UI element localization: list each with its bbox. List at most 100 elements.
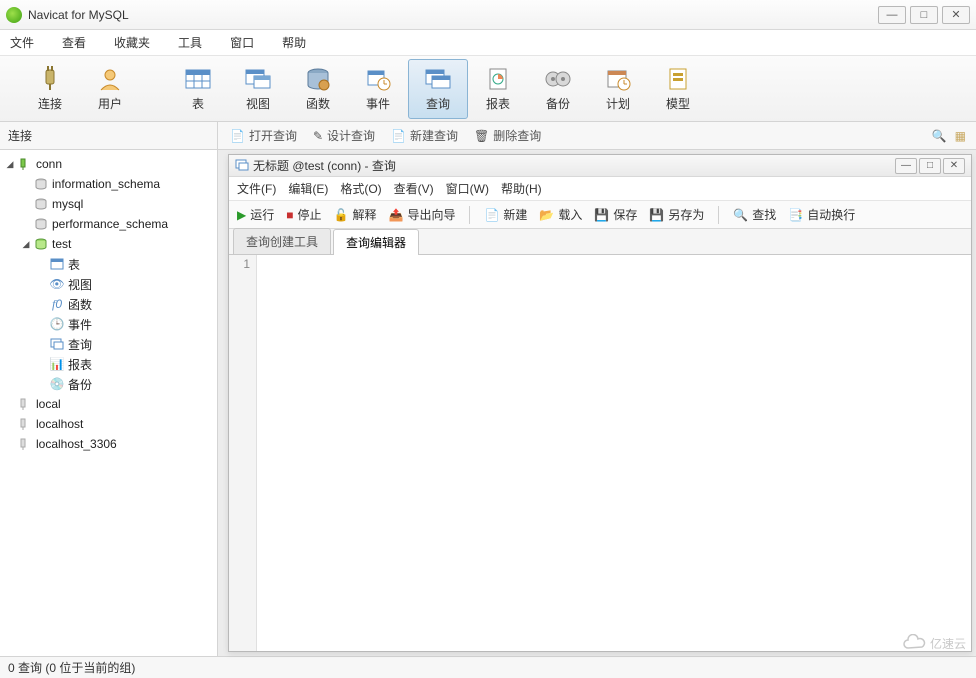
separator: [469, 206, 470, 224]
design-query-button[interactable]: ✎设计查询: [313, 127, 375, 144]
connection-off-icon: [16, 397, 34, 411]
toolbar-query-label: 查询: [426, 95, 450, 112]
tree-local[interactable]: local: [0, 394, 217, 414]
export-icon: 📤: [388, 208, 403, 222]
saveas-icon: 💾: [649, 208, 664, 222]
toolbar-report-label: 报表: [486, 95, 510, 112]
stop-button[interactable]: ■停止: [284, 206, 323, 223]
toolbar-user[interactable]: 用户: [80, 59, 140, 119]
tree-conn[interactable]: ◢ conn: [0, 154, 217, 174]
saveas-label: 另存为: [668, 206, 704, 223]
delete-query-button[interactable]: 🗑删除查询: [474, 127, 541, 144]
toolbar-event[interactable]: 事件: [348, 59, 408, 119]
qmenu-edit[interactable]: 编辑(E): [288, 180, 328, 197]
status-text: 0 查询 (0 位于当前的组): [8, 659, 135, 676]
line-number: 1: [243, 257, 250, 271]
open-query-button[interactable]: 📄打开查询: [230, 127, 297, 144]
new-button[interactable]: 📄新建: [482, 206, 529, 223]
tree-test-queries[interactable]: 查询: [0, 334, 217, 354]
find-button[interactable]: 🔍查找: [731, 206, 778, 223]
tree-test-events[interactable]: 🕒事件: [0, 314, 217, 334]
inner-maximize-button[interactable]: □: [919, 158, 941, 174]
tree-db-test[interactable]: ◢ test: [0, 234, 217, 254]
function-small-icon: f0: [48, 297, 66, 312]
titlebar: Navicat for MySQL — □ ✕: [0, 0, 976, 30]
play-icon: ▶: [237, 208, 246, 222]
toolbar-query[interactable]: 查询: [408, 59, 468, 119]
sub-toolbar-right: 🔍 ▦: [932, 129, 976, 143]
tree-item-label: 事件: [66, 316, 92, 333]
toolbar-schedule[interactable]: 计划: [588, 59, 648, 119]
tree-test-backups[interactable]: 💿备份: [0, 374, 217, 394]
report-small-icon: 📊: [48, 357, 66, 371]
toolbar-connect-label: 连接: [38, 95, 62, 112]
toolbar-view[interactable]: 视图: [228, 59, 288, 119]
menu-file[interactable]: 文件: [10, 34, 34, 51]
qmenu-format[interactable]: 格式(O): [340, 180, 381, 197]
connection-off-icon: [16, 437, 34, 451]
qmenu-help[interactable]: 帮助(H): [501, 180, 542, 197]
tree-localhost[interactable]: localhost: [0, 414, 217, 434]
toolbar-model[interactable]: 模型: [648, 59, 708, 119]
search-icon[interactable]: 🔍: [932, 129, 947, 143]
wrap-label: 自动换行: [807, 206, 855, 223]
delete-query-label: 删除查询: [493, 127, 541, 144]
expand-icon[interactable]: ◢: [20, 239, 32, 250]
menu-window[interactable]: 窗口: [230, 34, 254, 51]
qmenu-view[interactable]: 查看(V): [394, 180, 434, 197]
explain-button[interactable]: 🔓解释: [332, 206, 379, 223]
sql-textarea[interactable]: [257, 255, 971, 651]
query-window-icon: [235, 159, 249, 173]
toolbar-report[interactable]: 报表: [468, 59, 528, 119]
tree-test-tables[interactable]: 表: [0, 254, 217, 274]
toolbar-function[interactable]: 函数: [288, 59, 348, 119]
toolbar-function-label: 函数: [306, 95, 330, 112]
wrap-icon: 📑: [788, 208, 803, 222]
toolbar-table-label: 表: [192, 95, 204, 112]
tree-db-mysql[interactable]: mysql: [0, 194, 217, 214]
export-wizard-button[interactable]: 📤导出向导: [386, 206, 457, 223]
toolbar-backup[interactable]: 备份: [528, 59, 588, 119]
new-icon: 📄: [484, 208, 499, 222]
maximize-button[interactable]: □: [910, 6, 938, 24]
inner-minimize-button[interactable]: —: [895, 158, 917, 174]
grid-view-icon[interactable]: ▦: [955, 129, 966, 143]
new-query-button[interactable]: 📄新建查询: [391, 127, 458, 144]
open-query-icon: 📄: [230, 129, 245, 143]
toolbar-table[interactable]: 表: [168, 59, 228, 119]
menu-tools[interactable]: 工具: [178, 34, 202, 51]
inner-close-button[interactable]: ✕: [943, 158, 965, 174]
menu-view[interactable]: 查看: [62, 34, 86, 51]
connection-pane-header: 连接: [0, 122, 218, 149]
run-button[interactable]: ▶运行: [235, 206, 276, 223]
toolbar-user-label: 用户: [98, 95, 122, 112]
backup-icon: [542, 65, 574, 93]
wrap-button[interactable]: 📑 自动换行: [786, 206, 857, 223]
toolbar-connect[interactable]: 连接: [20, 59, 80, 119]
connection-tree[interactable]: ◢ conn information_schema mysql performa…: [0, 150, 218, 656]
menu-favorites[interactable]: 收藏夹: [114, 34, 150, 51]
saveas-button[interactable]: 💾 另存为: [647, 206, 706, 223]
toolbar-event-label: 事件: [366, 95, 390, 112]
tree-item-label: 查询: [66, 336, 92, 353]
qmenu-file[interactable]: 文件(F): [237, 180, 276, 197]
tree-localhost-3306[interactable]: localhost_3306: [0, 434, 217, 454]
tree-db-performance-schema[interactable]: performance_schema: [0, 214, 217, 234]
menu-help[interactable]: 帮助: [282, 34, 306, 51]
tree-test-reports[interactable]: 📊报表: [0, 354, 217, 374]
save-button[interactable]: 💾保存: [592, 206, 639, 223]
tab-query-editor[interactable]: 查询编辑器: [333, 229, 419, 255]
expand-icon[interactable]: ◢: [4, 159, 16, 170]
load-button[interactable]: 📂载入: [537, 206, 584, 223]
minimize-button[interactable]: —: [878, 6, 906, 24]
close-button[interactable]: ✕: [942, 6, 970, 24]
event-icon: [362, 65, 394, 93]
tree-db-information-schema[interactable]: information_schema: [0, 174, 217, 194]
database-icon: [32, 218, 50, 230]
plug-icon: [34, 65, 66, 93]
tree-test-functions[interactable]: f0函数: [0, 294, 217, 314]
tree-conn-label: localhost_3306: [34, 437, 117, 451]
tab-query-builder[interactable]: 查询创建工具: [233, 228, 331, 254]
tree-test-views[interactable]: 👁视图: [0, 274, 217, 294]
qmenu-window[interactable]: 窗口(W): [446, 180, 489, 197]
